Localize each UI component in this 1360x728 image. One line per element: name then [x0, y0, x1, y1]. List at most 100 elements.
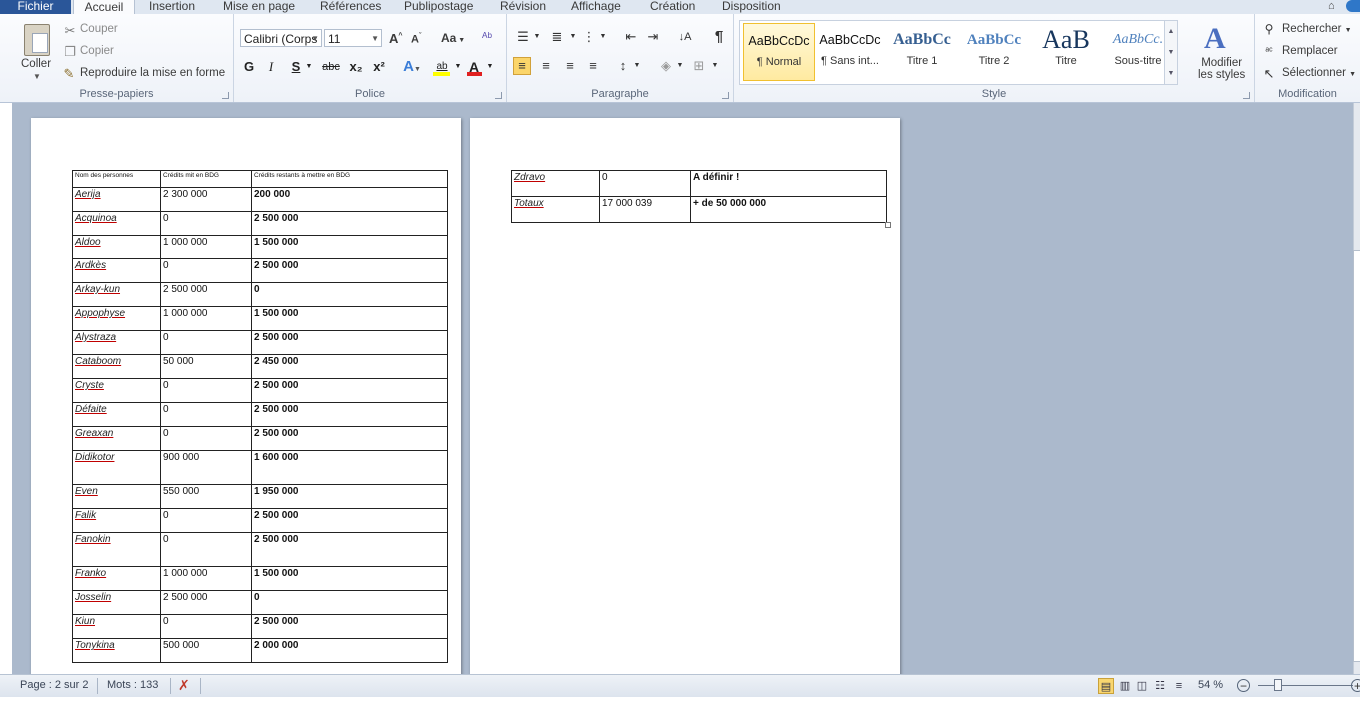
page-2[interactable]: Zdravo 0 A définir ! Totaux 17 000 039 + de 5… — [470, 118, 900, 678]
font-color-dropdown-icon[interactable]: ▼ — [486, 58, 494, 76]
word-count[interactable]: Mots : 133 — [107, 679, 158, 691]
credits-remaining-cell[interactable]: 2 500 000 — [251, 614, 448, 639]
tab-creation[interactable]: Création — [650, 0, 695, 14]
grow-font-icon[interactable]: A^ — [389, 31, 402, 46]
credits-spent-cell[interactable]: 500 000 — [160, 638, 252, 663]
person-name-cell[interactable]: Kiun — [72, 614, 161, 639]
person-name-cell[interactable]: Cryste — [72, 378, 161, 403]
paste-icon[interactable] — [24, 24, 50, 56]
credits-remaining-cell[interactable]: + de 50 000 000 — [690, 196, 887, 223]
tab-references[interactable]: Références — [320, 0, 381, 14]
numbering-dropdown-icon[interactable]: ▼ — [565, 29, 581, 45]
print-layout-icon[interactable]: ▤ — [1098, 678, 1114, 694]
credits-remaining-cell[interactable]: 0 — [251, 590, 448, 615]
credits-remaining-cell[interactable]: 2 500 000 — [251, 330, 448, 355]
font-color-button[interactable]: A — [466, 58, 482, 76]
credits-spent-cell[interactable]: 1 000 000 — [160, 235, 252, 259]
shading-dropdown-icon[interactable]: ▼ — [672, 58, 688, 74]
borders-icon[interactable]: ⊞ — [691, 58, 707, 74]
person-name-cell[interactable]: Appophyse — [72, 306, 161, 331]
align-center-icon[interactable]: ≡ — [538, 58, 554, 74]
person-name-cell[interactable]: Alystraza — [72, 330, 161, 355]
proofing-icon[interactable]: ✗ — [178, 677, 190, 694]
credits-remaining-cell[interactable]: 2 000 000 — [251, 638, 448, 663]
person-name-cell[interactable]: Josselin — [72, 590, 161, 615]
credits-spent-cell[interactable]: 0 — [599, 170, 691, 197]
help-icon[interactable] — [1346, 0, 1360, 12]
underline-dropdown-icon[interactable]: ▼ — [305, 58, 313, 76]
person-name-cell[interactable]: Aldoo — [72, 235, 161, 259]
font-family-select[interactable]: Calibri (Corps ▼ — [240, 29, 322, 47]
style-heading-1[interactable]: AaBbCc Titre 1 — [887, 23, 957, 79]
vertical-scrollbar[interactable] — [1353, 103, 1360, 674]
person-name-cell[interactable]: Didikotor — [72, 450, 161, 485]
style-normal[interactable]: AaBbCcDc ¶ Normal — [743, 23, 815, 81]
person-name-cell[interactable]: Aerija — [72, 187, 161, 212]
credits-remaining-cell[interactable]: 0 — [251, 282, 448, 307]
credits-remaining-cell[interactable]: 2 500 000 — [251, 532, 448, 567]
draft-view-icon[interactable]: ≡ — [1171, 678, 1187, 694]
line-spacing-dropdown-icon[interactable]: ▼ — [629, 58, 645, 74]
style-no-spacing[interactable]: AaBbCcDc ¶ Sans int... — [815, 23, 885, 79]
credits-spent-cell[interactable]: 550 000 — [160, 484, 252, 509]
credits-spent-cell[interactable]: 0 — [160, 378, 252, 403]
tab-disposition[interactable]: Disposition — [722, 0, 781, 14]
tab-review[interactable]: Révision — [500, 0, 546, 14]
format-painter-button[interactable]: Reproduire la mise en forme — [80, 67, 225, 79]
credits-remaining-cell[interactable]: 2 500 000 — [251, 211, 448, 236]
find-button[interactable]: Rechercher ▼ — [1282, 23, 1352, 35]
zoom-out-icon[interactable]: − — [1237, 679, 1250, 692]
zoom-slider-thumb[interactable] — [1274, 679, 1282, 691]
tab-file[interactable]: Fichier — [0, 0, 71, 14]
person-name-cell[interactable]: Acquinoa — [72, 211, 161, 236]
strikethrough-button[interactable]: abc — [320, 58, 342, 76]
font-size-select[interactable]: 11 ▼ — [324, 29, 382, 47]
credits-remaining-cell[interactable]: 1 500 000 — [251, 235, 448, 259]
zoom-level[interactable]: 54 % — [1198, 679, 1223, 691]
highlight-button[interactable]: ab — [432, 58, 452, 76]
zoom-in-icon[interactable]: + — [1351, 679, 1360, 692]
credits-spent-cell[interactable]: 0 — [160, 402, 252, 427]
credits-spent-cell[interactable]: 0 — [160, 508, 252, 533]
credits-remaining-cell[interactable]: 2 450 000 — [251, 354, 448, 379]
change-styles-button[interactable]: Modifier les styles — [1198, 57, 1245, 81]
decrease-indent-icon[interactable]: ⇤ — [623, 29, 639, 45]
person-name-cell[interactable]: Tonykina — [72, 638, 161, 663]
italic-button[interactable]: I — [264, 58, 278, 76]
show-formatting-icon[interactable]: ¶ — [711, 29, 727, 45]
bold-button[interactable]: G — [242, 58, 256, 76]
sort-icon[interactable]: ↓A — [677, 29, 693, 45]
person-name-cell[interactable]: Défaite — [72, 402, 161, 427]
subscript-button[interactable]: x₂ — [347, 58, 365, 76]
person-name-cell[interactable]: Arkay-kun — [72, 282, 161, 307]
credits-spent-cell[interactable]: 50 000 — [160, 354, 252, 379]
person-name-cell[interactable]: Franko — [72, 566, 161, 591]
credits-spent-cell[interactable]: 0 — [160, 426, 252, 451]
clear-format-icon[interactable]: ᴬᵇ — [482, 30, 492, 44]
credits-spent-cell[interactable]: 0 — [160, 614, 252, 639]
cut-button[interactable]: Couper — [80, 23, 118, 35]
person-name-cell[interactable]: Even — [72, 484, 161, 509]
credits-remaining-cell[interactable]: 1 950 000 — [251, 484, 448, 509]
tab-home[interactable]: Accueil — [73, 0, 135, 14]
minimize-ribbon-icon[interactable]: ⌂ — [1328, 0, 1340, 12]
gallery-more-icon[interactable]: ▼ — [1165, 63, 1177, 84]
numbering-icon[interactable]: ≣ — [549, 29, 565, 45]
copy-button[interactable]: Copier — [80, 45, 114, 57]
credits-remaining-cell[interactable]: 1 500 000 — [251, 306, 448, 331]
paragraph-dialog-launcher-icon[interactable] — [722, 92, 729, 99]
highlight-dropdown-icon[interactable]: ▼ — [454, 58, 462, 76]
change-case-button[interactable]: Aa ▼ — [441, 31, 465, 45]
page-1[interactable]: Nom des personnes Crédits mit en BDG Crédi… — [31, 118, 461, 678]
full-screen-reading-icon[interactable]: ▥ — [1117, 678, 1133, 694]
text-effects-icon[interactable]: A▼ — [401, 58, 423, 76]
credits-spent-cell[interactable]: 1 000 000 — [160, 566, 252, 591]
person-name-cell[interactable]: Ardkès — [72, 258, 161, 283]
paste-dropdown-icon[interactable]: ▼ — [33, 72, 41, 81]
justify-icon[interactable]: ≡ — [585, 58, 601, 74]
tab-layout[interactable]: Mise en page — [223, 0, 295, 14]
credits-spent-cell[interactable]: 2 500 000 — [160, 282, 252, 307]
gallery-up-icon[interactable]: ▲ — [1165, 21, 1177, 42]
credits-remaining-cell[interactable]: 2 500 000 — [251, 508, 448, 533]
credits-spent-cell[interactable]: 0 — [160, 258, 252, 283]
